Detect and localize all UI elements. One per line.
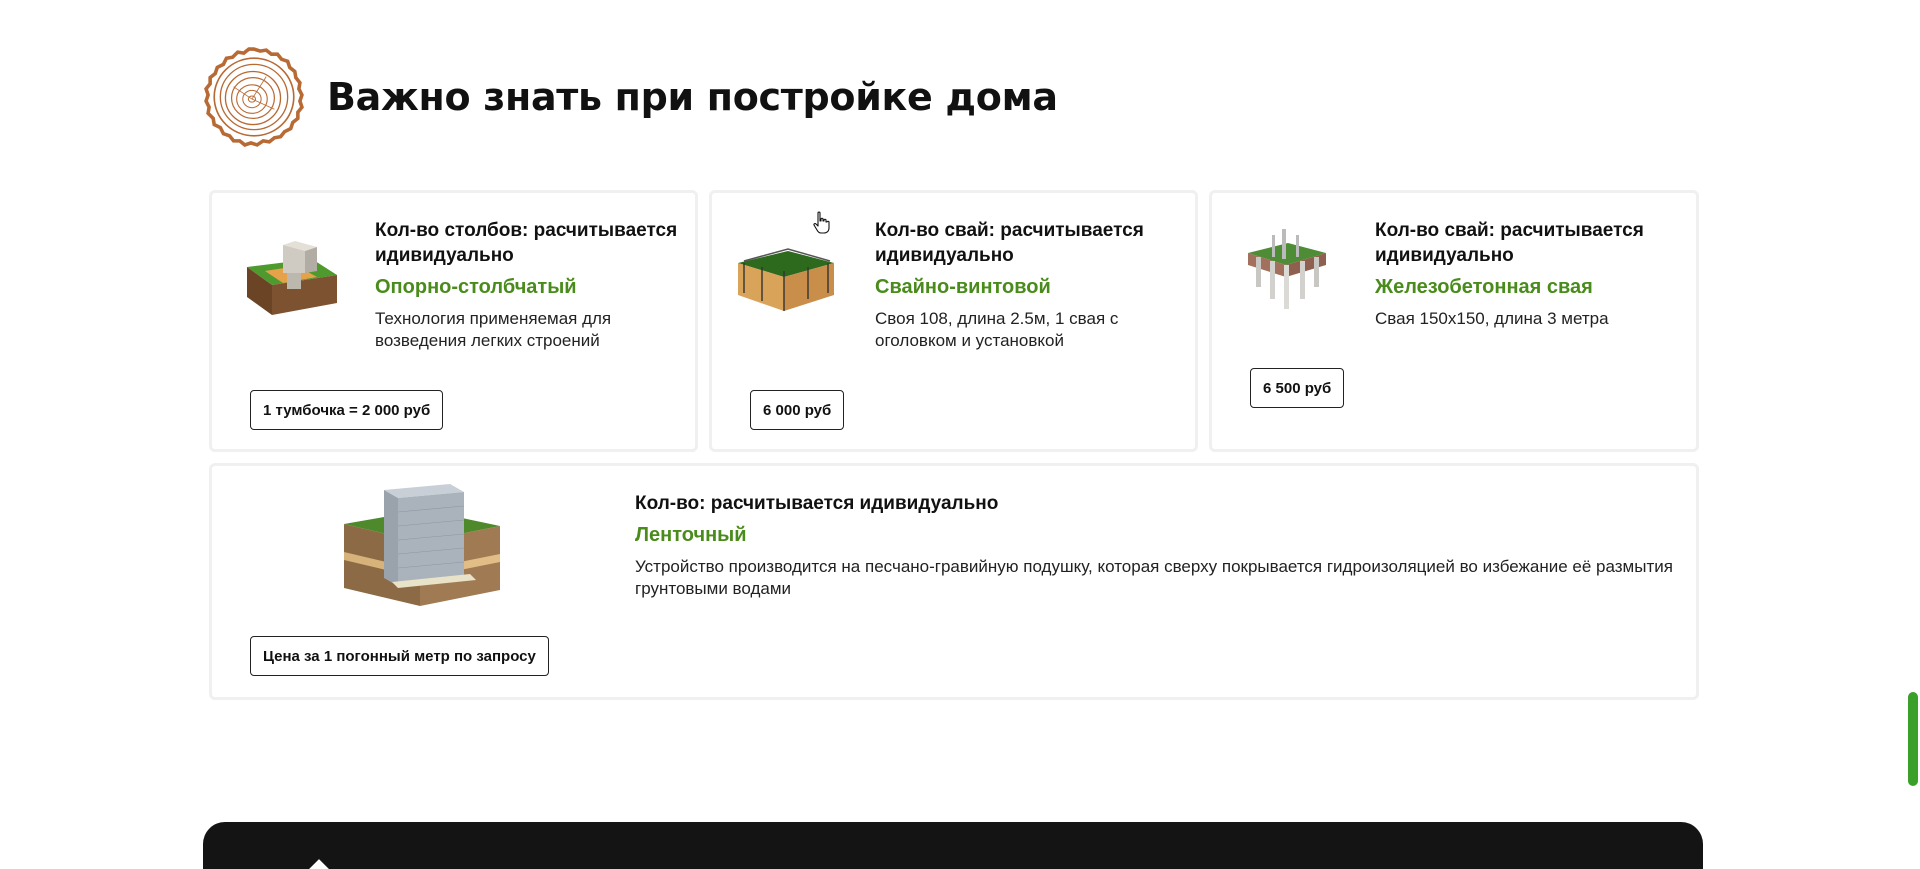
price-button[interactable]: 6 500 руб xyxy=(1250,368,1345,408)
card-description: Своя 108, длина 2.5м, 1 свая с оголовком… xyxy=(875,309,1119,350)
page-title: Важно знать при постройке дома xyxy=(327,75,1058,119)
card-description: Технология применяемая для возведения ле… xyxy=(375,309,612,350)
card-quantity: Кол-во свай: расчитывается идивидуально xyxy=(1375,220,1644,266)
column-foundation-image xyxy=(247,241,337,315)
foundation-card-concrete-pile: Кол-во свай: расчитывается идивидуально … xyxy=(1209,190,1699,452)
foundation-card-screw-pile: Кол-во свай: расчитывается идивидуально … xyxy=(709,190,1198,452)
card-description: Устройство производится на песчано-грави… xyxy=(635,557,1673,598)
wood-rings-icon xyxy=(204,47,304,147)
card-quantity: Кол-во: расчитывается идивидуально xyxy=(635,493,999,514)
concrete-pile-foundation-image xyxy=(1248,229,1326,309)
foundation-card-column: Кол-во столбов: расчитывается идивидуаль… xyxy=(209,190,698,452)
card-type: Железобетонная свая xyxy=(1375,276,1593,298)
price-button[interactable]: 6 000 руб xyxy=(750,390,845,430)
card-type: Опорно-столбчатый xyxy=(375,276,577,298)
hand-pointer-icon xyxy=(813,211,830,234)
strip-foundation-image xyxy=(344,484,500,606)
card-quantity: Кол-во столбов: расчитывается идивидуаль… xyxy=(375,220,678,266)
card-type: Свайно-винтовой xyxy=(875,276,1051,298)
important-info-section: Важно знать при постройке дома Кол-во ст… xyxy=(0,0,1920,869)
price-button[interactable]: Цена за 1 погонный метр по запросу xyxy=(250,636,549,676)
screw-pile-foundation-image xyxy=(738,248,834,311)
card-type: Ленточный xyxy=(635,524,747,546)
scrollbar-thumb[interactable] xyxy=(1908,692,1918,786)
card-quantity: Кол-во свай: расчитывается идивидуально xyxy=(875,220,1144,266)
foundation-card-strip: Кол-во: расчитывается идивидуально Ленто… xyxy=(209,463,1699,700)
price-button[interactable]: 1 тумбочка = 2 000 руб xyxy=(250,390,444,430)
section-heading: Важно знать при постройке дома xyxy=(203,46,1058,148)
footer-dark-panel xyxy=(203,822,1703,869)
card-description: Свая 150х150, длина 3 метра xyxy=(1375,309,1609,328)
